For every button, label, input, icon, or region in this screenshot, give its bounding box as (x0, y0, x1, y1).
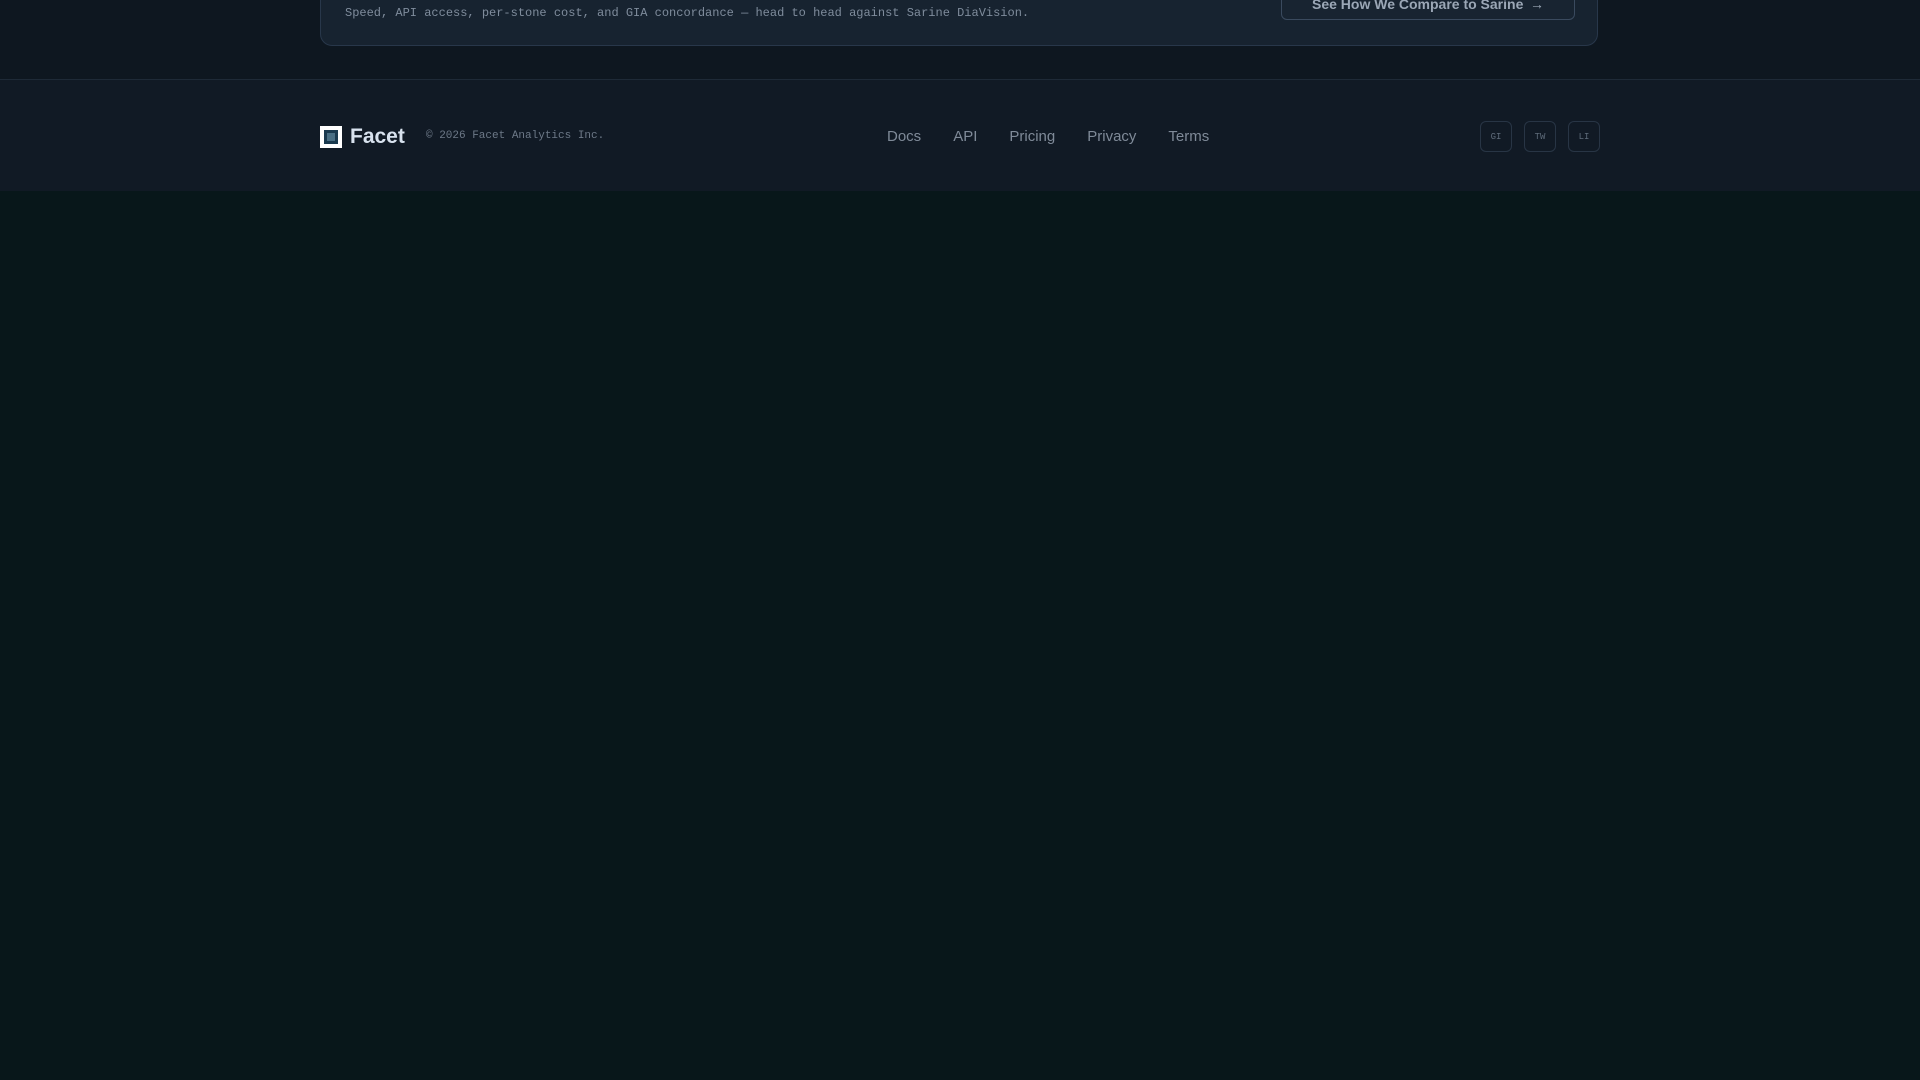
compare-description: Speed, API access, per-stone cost, and G… (345, 6, 1030, 20)
linkedin-icon[interactable]: LI (1568, 121, 1600, 152)
compare-button-label: See How We Compare to Sarine (1312, 0, 1524, 12)
social-links: GI TW LI (1480, 121, 1600, 152)
footer-nav: Docs API Pricing Privacy Terms (887, 128, 1209, 145)
compare-to-sarine-button[interactable]: See How We Compare to Sarine → (1281, 0, 1575, 20)
logo-icon (320, 126, 342, 148)
copyright-text: © 2026 Facet Analytics Inc. (426, 130, 605, 142)
footer-link-privacy[interactable]: Privacy (1087, 128, 1136, 145)
compare-card: Speed, API access, per-stone cost, and G… (320, 0, 1598, 46)
footer-link-pricing[interactable]: Pricing (1009, 128, 1055, 145)
footer-link-docs[interactable]: Docs (887, 128, 921, 145)
footer-logo[interactable]: Facet (320, 125, 405, 149)
site-footer: Facet © 2026 Facet Analytics Inc. Docs A… (0, 79, 1920, 191)
github-icon[interactable]: GI (1480, 121, 1512, 152)
twitter-icon[interactable]: TW (1524, 121, 1556, 152)
footer-link-terms[interactable]: Terms (1168, 128, 1209, 145)
brand-name: Facet (350, 125, 405, 148)
footer-link-api[interactable]: API (953, 128, 977, 145)
arrow-right-icon: → (1530, 0, 1544, 12)
page-background (0, 191, 1920, 1080)
top-section: Speed, API access, per-stone cost, and G… (0, 0, 1920, 79)
